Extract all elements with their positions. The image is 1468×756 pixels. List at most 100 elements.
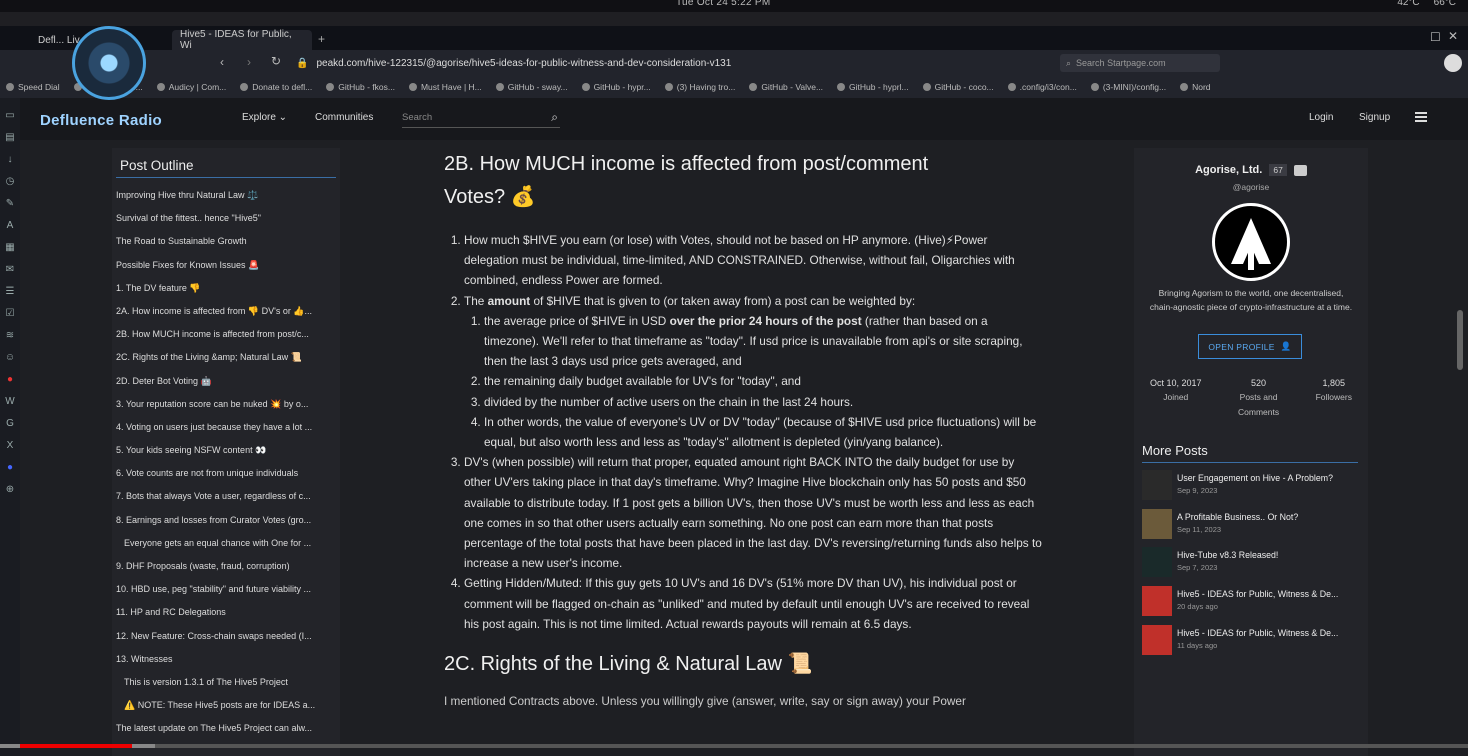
post-title[interactable]: Hive5 - IDEAS for Public, Witness & De..… [1177,589,1359,599]
video-progress-bar[interactable] [0,744,1468,748]
outline-item[interactable]: 2B. How MUCH income is affected from pos… [116,323,340,346]
open-profile-button[interactable]: OPEN PROFILE 👤 [1198,334,1302,359]
bookmark-item[interactable]: Nord [1180,82,1211,92]
tasks-icon[interactable]: ☑ [6,308,15,319]
notes-icon[interactable]: ✎ [6,198,14,209]
mail-icon[interactable]: ✉ [6,264,14,275]
list-item: The amount of $HIVE that is given to (or… [464,291,1044,453]
web-search-input[interactable]: ⌕ Search Startpage.com [1060,54,1220,72]
outline-item[interactable]: 9. DHF Proposals (waste, fraud, corrupti… [116,555,340,578]
downloads-icon[interactable]: ↓ [8,154,13,165]
outline-item[interactable]: 2C. Rights of the Living &amp; Natural L… [116,346,340,369]
outline-item[interactable]: Possible Fixes for Known Issues 🚨 [116,254,340,277]
outline-item[interactable]: 3. Your reputation score can be nuked 💥 … [116,393,340,416]
outline-item[interactable]: 12. New Feature: Cross-chain swaps neede… [116,625,340,648]
outline-item[interactable]: 2D. Deter Bot Voting 🤖 [116,370,340,393]
site-search-input[interactable]: Search ⌕ [402,108,560,128]
bookmark-item[interactable]: GitHub - hyprl... [837,82,909,92]
bookmark-item[interactable]: GitHub - fkos... [326,82,395,92]
bookmark-item[interactable]: GitHub - hypr... [581,82,651,92]
post-title[interactable]: User Engagement on Hive - A Problem? [1177,473,1359,483]
post-thumbnail[interactable] [1142,547,1172,578]
list-item: DV's (when possible) will return that pr… [464,452,1044,573]
login-link[interactable]: Login [1309,112,1333,123]
post-thumbnail[interactable] [1142,508,1172,539]
bookmark-item[interactable]: Audicy | Com... [156,82,226,92]
outline-item[interactable]: 8. Earnings and losses from Curator Vote… [116,509,340,532]
reading-list-icon[interactable]: ▤ [5,132,14,143]
explore-menu[interactable]: Explore ⌄ [242,112,287,123]
outline-item[interactable]: 4. Voting on users just because they hav… [116,416,340,439]
post-title[interactable]: Hive5 - IDEAS for Public, Witness & De..… [1177,628,1359,638]
signup-link[interactable]: Signup [1359,112,1390,123]
calendar-icon[interactable]: ▦ [5,242,14,253]
bookmark-item[interactable]: GitHub - sway... [495,82,568,92]
bookmark-item[interactable]: GitHub - Valve... [749,82,823,92]
search-icon[interactable]: ⌕ [551,110,558,125]
twitter-icon[interactable] [1293,164,1307,176]
outline-item[interactable]: 10. HBD use, peg "stability" and future … [116,578,340,601]
author-handle[interactable]: @agorise [1134,182,1368,192]
outline-item[interactable]: This is version 1.3.1 of The Hive5 Proje… [116,671,340,694]
outline-item[interactable]: 5. Your kids seeing NSFW content 👀 [116,439,340,462]
add-panel-icon[interactable]: ⊕ [6,484,14,495]
outline-item[interactable]: Improving Hive thru Natural Law ⚖️ [116,184,340,207]
cpu-temp: 42°C [1397,0,1420,8]
author-name[interactable]: Agorise, Ltd. [1195,164,1262,176]
outline-item[interactable]: 6. Vote counts are not from unique indiv… [116,462,340,485]
bookmark-item[interactable]: GitHub - coco... [922,82,994,92]
rss-icon[interactable]: ≋ [6,330,14,341]
more-post-item[interactable]: Hive5 - IDEAS for Public, Witness & De..… [1142,586,1362,625]
author-avatar[interactable] [1212,203,1290,281]
outline-item[interactable]: The Road to Sustainable Growth [116,230,340,253]
wikipedia-icon[interactable]: W [5,396,14,407]
forward-icon[interactable]: › [247,55,251,69]
outline-item[interactable]: 11. HP and RC Delegations [116,601,340,624]
communities-link[interactable]: Communities [315,112,373,123]
contacts-icon[interactable]: ☺ [5,352,15,363]
more-post-item[interactable]: Hive-Tube v8.3 Released! Sep 7, 2023 [1142,547,1362,586]
web-panel-icon[interactable]: ● [7,462,13,473]
outline-item[interactable]: 1. The DV feature 👎 [116,277,340,300]
history-icon[interactable]: ◷ [6,176,15,187]
vivaldi-icon[interactable]: ● [7,374,13,385]
post-title[interactable]: Hive-Tube v8.3 Released! [1177,550,1359,560]
profile-avatar-icon[interactable] [1444,54,1462,72]
post-thumbnail[interactable] [1142,624,1172,655]
more-post-item[interactable]: User Engagement on Hive - A Problem? Sep … [1142,470,1362,509]
list-item: In other words, the value of everyone's … [484,412,1044,452]
bookmark-item[interactable]: (3) Having tro... [664,82,735,92]
bookmark-panel-icon[interactable]: ▭ [5,110,14,121]
feeds-icon[interactable]: ☰ [6,286,15,297]
hamburger-menu-icon[interactable] [1415,112,1427,122]
x-icon[interactable]: X [7,440,14,451]
bookmark-item[interactable]: Speed Dial [6,82,60,92]
outline-item[interactable]: 13. Witnesses [116,648,340,671]
outline-item[interactable]: ⚠️ NOTE: These Hive5 posts are for IDEAS… [116,694,340,717]
more-post-item[interactable]: Hive5 - IDEAS for Public, Witness & De..… [1142,624,1362,664]
post-thumbnail[interactable] [1142,586,1172,617]
reload-icon[interactable]: ↻ [271,54,281,68]
close-window-icon[interactable]: ✕ [1448,29,1458,43]
outline-item[interactable]: 7. Bots that always Vote a user, regardl… [116,485,340,508]
bookmark-item[interactable]: (3-MINI)/config... [1090,82,1166,92]
bookmark-item[interactable]: Must Have | H... [408,82,482,92]
post-title[interactable]: A Profitable Business.. Or Not? [1177,512,1359,522]
page-scrollbar[interactable] [1457,310,1463,370]
outline-item[interactable]: 2A. How income is affected from 👎 DV's o… [116,300,340,323]
maximize-icon[interactable]: ☐ [1430,30,1441,44]
bookmark-item[interactable]: .config/i3/con... [1007,82,1077,92]
url-bar[interactable]: 🔒 peakd.com/hive-122315/@agorise/hive5-i… [296,54,1056,72]
google-icon[interactable]: G [6,418,14,429]
peakd-page: Defluence Radio Explore ⌄ Communities Se… [20,26,1468,756]
bookmark-item[interactable]: Donate to defl... [240,82,312,92]
outline-item[interactable]: Survival of the fittest.. hence "Hive5" [116,207,340,230]
outline-item[interactable]: The latest update on The Hive5 Project c… [116,717,340,740]
translate-icon[interactable]: A [7,220,14,231]
outline-item[interactable]: Everyone gets an equal chance with One f… [116,532,340,555]
back-icon[interactable]: ‹ [220,55,224,69]
post-thumbnail[interactable] [1142,470,1172,500]
tab-hive5[interactable]: Hive5 - IDEAS for Public, Wi [172,29,312,51]
more-post-item[interactable]: A Profitable Business.. Or Not? Sep 11, 2… [1142,508,1362,548]
new-tab-icon[interactable]: + [318,32,325,46]
